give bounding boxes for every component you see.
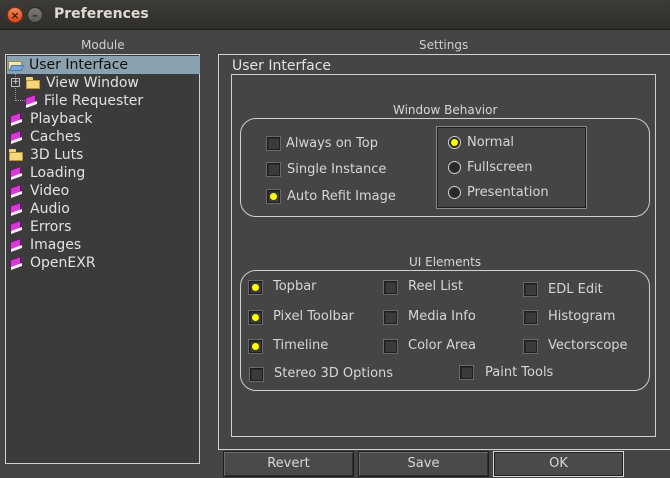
module-item-label: 3D Luts — [30, 147, 84, 163]
window-close-button[interactable]: × — [7, 7, 23, 23]
revert-button[interactable]: Revert — [223, 451, 354, 477]
module-item-label: Errors — [30, 219, 72, 235]
pixel-toolbar-checkbox[interactable] — [249, 311, 262, 324]
pixel-toolbar-label: Pixel Toolbar — [273, 309, 355, 324]
book-icon — [8, 219, 24, 235]
book-icon — [8, 111, 24, 127]
settings-header: Settings — [419, 38, 469, 52]
window-behavior-title: Window Behavior — [393, 103, 498, 117]
module-item-label: File Requester — [44, 93, 144, 109]
folder-icon — [8, 148, 24, 162]
timeline-checkbox[interactable] — [249, 340, 262, 353]
module-tree[interactable]: User Interface + View Window File Reques… — [5, 54, 200, 464]
topbar-checkbox[interactable] — [249, 281, 262, 294]
paint-tools-label: Paint Tools — [485, 365, 554, 380]
module-item-label: Loading — [30, 165, 86, 181]
module-item-label: Audio — [30, 201, 70, 217]
color-area-label: Color Area — [408, 338, 476, 353]
module-item-label: Video — [30, 183, 70, 199]
single-instance-label: Single Instance — [287, 162, 387, 177]
save-button[interactable]: Save — [358, 451, 489, 477]
module-item-label: OpenEXR — [30, 255, 96, 271]
single-instance-checkbox[interactable] — [267, 163, 280, 176]
normal-radio[interactable] — [448, 136, 461, 149]
window-title: Preferences — [54, 6, 149, 22]
reel-list-checkbox[interactable] — [384, 281, 397, 294]
ui-elements-title: UI Elements — [409, 255, 482, 269]
module-item-label: View Window — [46, 75, 139, 91]
page-title: User Interface — [232, 58, 332, 74]
media-info-checkbox[interactable] — [384, 311, 397, 324]
edl-edit-label: EDL Edit — [548, 282, 603, 297]
module-item-label: Caches — [30, 129, 81, 145]
book-icon — [8, 183, 24, 199]
ok-button[interactable]: OK — [493, 451, 624, 477]
edl-edit-checkbox[interactable] — [524, 283, 537, 296]
book-icon — [23, 93, 39, 109]
stereo-3d-options-label: Stereo 3D Options — [274, 366, 394, 381]
book-icon — [8, 129, 24, 145]
auto-refit-image-label: Auto Refit Image — [287, 189, 396, 204]
normal-radio-label: Normal — [467, 135, 515, 150]
module-item-label: User Interface — [29, 57, 129, 73]
module-header: Module — [81, 38, 125, 52]
media-info-label: Media Info — [408, 309, 476, 324]
color-area-checkbox[interactable] — [384, 340, 397, 353]
always-on-top-label: Always on Top — [286, 136, 378, 151]
auto-refit-image-checkbox[interactable] — [267, 190, 280, 203]
book-icon — [8, 237, 24, 253]
book-icon — [8, 201, 24, 217]
always-on-top-checkbox[interactable] — [267, 137, 280, 150]
vectorscope-label: Vectorscope — [548, 338, 628, 353]
timeline-label: Timeline — [273, 338, 329, 353]
tree-expander-plus-icon[interactable]: + — [11, 78, 20, 87]
book-icon — [8, 255, 24, 271]
histogram-label: Histogram — [548, 309, 616, 324]
reel-list-label: Reel List — [408, 279, 463, 294]
module-item-label: Images — [30, 237, 82, 253]
book-icon — [8, 165, 24, 181]
histogram-checkbox[interactable] — [524, 311, 537, 324]
module-item-label: Playback — [30, 111, 93, 127]
module-item-user-interface[interactable]: User Interface — [7, 56, 200, 74]
vectorscope-checkbox[interactable] — [524, 340, 537, 353]
presentation-radio-label: Presentation — [467, 185, 549, 200]
window-minimize-button[interactable]: – — [27, 7, 43, 23]
paint-tools-checkbox[interactable] — [460, 366, 473, 379]
stereo-3d-options-checkbox[interactable] — [250, 368, 263, 381]
folder-icon — [25, 76, 41, 90]
presentation-radio[interactable] — [448, 186, 461, 199]
fullscreen-radio[interactable] — [448, 161, 461, 174]
topbar-label: Topbar — [273, 279, 317, 294]
open-folder-icon — [7, 58, 25, 72]
title-bar: × – Preferences — [0, 0, 670, 30]
fullscreen-radio-label: Fullscreen — [467, 160, 533, 175]
